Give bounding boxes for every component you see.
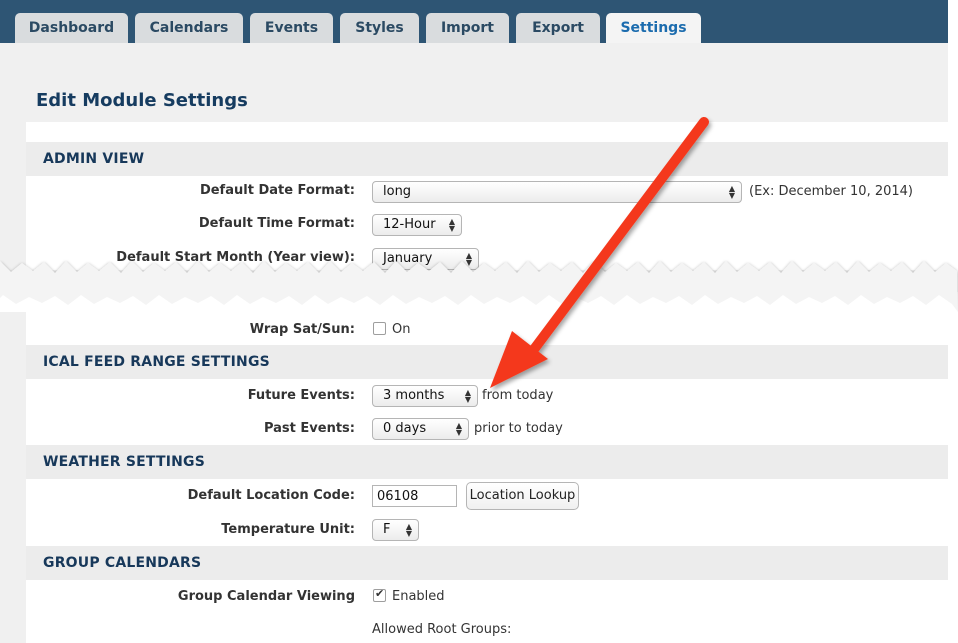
group-viewing-label: Group Calendar Viewing [177, 589, 355, 604]
tab-styles[interactable]: Styles [340, 13, 419, 43]
past-events-value: 0 days [383, 421, 427, 436]
tab-export[interactable]: Export [516, 13, 600, 43]
select-arrows-icon: ▲ ▼ [455, 421, 462, 437]
past-events-hint: prior to today [474, 421, 563, 436]
location-lookup-button[interactable]: Location Lookup [466, 482, 579, 510]
wrap-label: Wrap Sat/Sun: [249, 322, 355, 337]
select-arrows-icon: ▲ ▼ [448, 217, 455, 233]
past-events-select[interactable]: 0 days ▲ ▼ [372, 418, 469, 440]
tab-bar: Dashboard Calendars Events Styles Import… [0, 0, 948, 44]
allowed-root-groups-label: Allowed Root Groups: [372, 622, 512, 637]
location-code-label: Default Location Code: [187, 488, 355, 503]
tab-settings[interactable]: Settings [606, 13, 701, 44]
past-events-label: Past Events: [263, 421, 355, 436]
section-header-weather: WEATHER SETTINGS [26, 445, 948, 479]
temperature-unit-select[interactable]: F ▲ ▼ [372, 519, 419, 541]
future-events-label: Future Events: [247, 388, 355, 403]
future-events-hint: from today [482, 388, 554, 403]
time-format-label: Default Time Format: [198, 216, 355, 231]
date-format-hint: (Ex: December 10, 2014) [749, 184, 913, 199]
time-format-value: 12-Hour [383, 217, 436, 232]
torn-page-break [0, 261, 958, 312]
section-header-group-calendars: GROUP CALENDARS [26, 546, 948, 580]
date-format-label: Default Date Format: [199, 183, 355, 198]
select-arrows-icon: ▲ ▼ [728, 184, 735, 200]
group-viewing-option-label: Enabled [392, 589, 445, 604]
future-events-select[interactable]: 3 months ▲ ▼ [372, 385, 478, 407]
wrap-option-label: On [392, 322, 411, 337]
tab-dashboard[interactable]: Dashboard [15, 13, 128, 43]
section-header-admin-view: ADMIN VIEW [26, 142, 948, 176]
location-code-input[interactable] [372, 485, 457, 507]
tab-calendars[interactable]: Calendars [135, 13, 243, 43]
select-arrows-icon: ▲ ▼ [405, 522, 412, 538]
section-title-admin-view: ADMIN VIEW [43, 151, 145, 167]
section-header-ical: ICAL FEED RANGE SETTINGS [26, 345, 948, 379]
section-title-ical: ICAL FEED RANGE SETTINGS [43, 354, 270, 370]
select-arrows-icon: ▲ ▼ [464, 388, 471, 404]
date-format-value: long [383, 184, 412, 199]
page-title: Edit Module Settings [36, 90, 248, 111]
temperature-unit-value: F [383, 522, 391, 537]
group-viewing-checkbox[interactable] [373, 587, 386, 602]
tab-events[interactable]: Events [250, 13, 333, 43]
section-title-weather: WEATHER SETTINGS [43, 454, 206, 470]
wrap-checkbox[interactable] [373, 322, 386, 335]
temperature-unit-label: Temperature Unit: [221, 522, 355, 537]
date-format-select[interactable]: long ▲ ▼ [372, 181, 742, 203]
tab-import[interactable]: Import [426, 13, 509, 43]
section-title-group-calendars: GROUP CALENDARS [43, 555, 202, 571]
time-format-select[interactable]: 12-Hour ▲ ▼ [372, 214, 462, 236]
future-events-value: 3 months [383, 388, 445, 403]
